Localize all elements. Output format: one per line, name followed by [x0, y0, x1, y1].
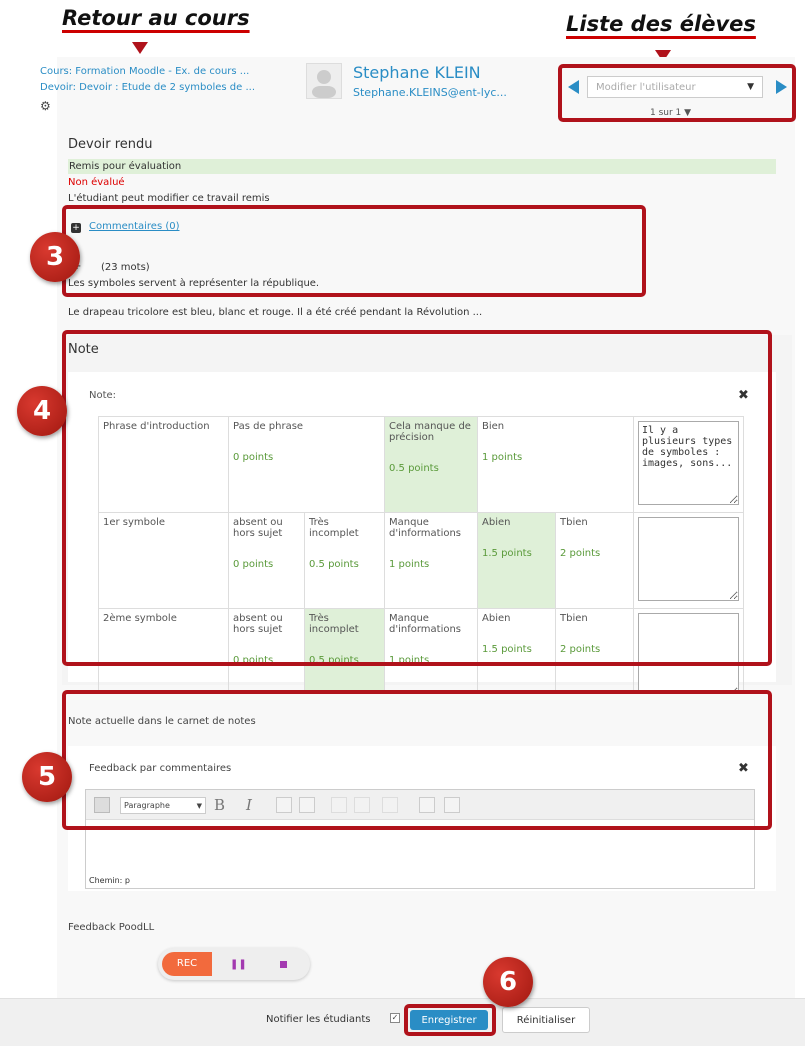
- pause-icon[interactable]: ❚❚: [230, 959, 247, 970]
- submission-status: Remis pour évaluation: [68, 159, 776, 174]
- reset-button[interactable]: Réinitialiser: [502, 1007, 590, 1033]
- editor-path: Chemin: p: [89, 876, 130, 885]
- annotation-student-list: Liste des élèves: [566, 12, 756, 36]
- assignment-link[interactable]: Devoir: Devoir : Etude de 2 symboles de …: [40, 82, 255, 93]
- rec-button[interactable]: REC: [162, 952, 212, 976]
- gear-icon[interactable]: ⚙: [40, 99, 51, 113]
- highlight-grade: [62, 330, 772, 666]
- highlight-comments: [62, 205, 646, 297]
- student-email[interactable]: Stephane.KLEINS@ent-lyc...: [353, 86, 507, 99]
- footer-bar: [0, 998, 805, 1046]
- stop-icon[interactable]: [280, 961, 287, 968]
- submission-text-line2: Le drapeau tricolore est bleu, blanc et …: [68, 307, 483, 318]
- highlight-student-list: [558, 64, 796, 122]
- notify-label: Notifier les étudiants: [266, 1014, 371, 1025]
- highlight-feedback: [62, 690, 772, 830]
- course-link[interactable]: Cours: Formation Moodle - Ex. de cours .…: [40, 66, 249, 77]
- badge-3: 3: [30, 232, 80, 282]
- avatar: [306, 63, 342, 99]
- annotation-back-to-course: Retour au cours: [62, 6, 250, 30]
- edit-note: L'étudiant peut modifier ce travail remi…: [68, 193, 270, 204]
- badge-6: 6: [483, 957, 533, 1007]
- poodll-label: Feedback PoodLL: [68, 922, 155, 933]
- student-name[interactable]: Stephane KLEIN: [353, 63, 481, 82]
- arrow-down-icon: [132, 42, 148, 54]
- submission-title: Devoir rendu: [68, 137, 153, 152]
- notify-checkbox[interactable]: ✓: [390, 1013, 400, 1023]
- grading-status: Non évalué: [68, 177, 125, 188]
- highlight-save: [404, 1004, 496, 1036]
- badge-5: 5: [22, 752, 72, 802]
- badge-4: 4: [17, 386, 67, 436]
